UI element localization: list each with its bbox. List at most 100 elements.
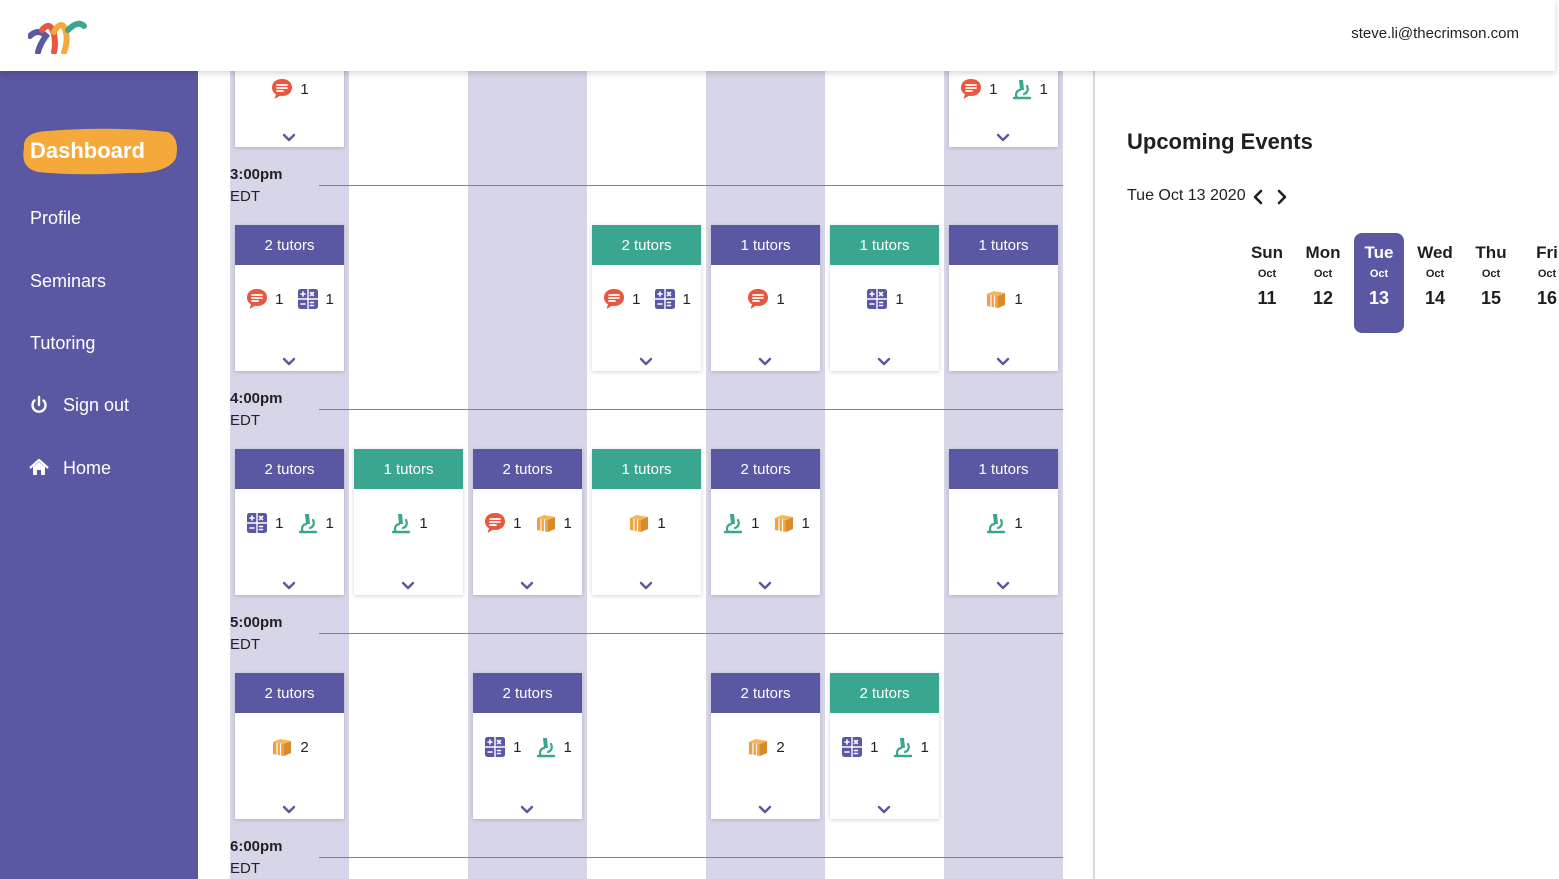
subject-count: 1	[563, 738, 572, 756]
tutor-slot-card[interactable]: 1 tutors 1	[592, 449, 701, 595]
hour-divider	[319, 409, 1063, 410]
tutor-slot-card[interactable]: 1 tutors 1	[949, 225, 1058, 371]
tutor-count-header: 2 tutors	[473, 449, 582, 489]
math-icon	[485, 737, 506, 757]
nav-tutoring[interactable]: Tutoring	[0, 332, 198, 354]
week-day-thu[interactable]: Thu Oct 15	[1466, 233, 1516, 333]
expand-chevron-icon[interactable]	[996, 133, 1010, 143]
subject-count: 1	[751, 514, 760, 532]
tutor-count-header: 2 tutors	[830, 673, 939, 713]
tutor-slot-card[interactable]: 1 tutors 1	[354, 449, 463, 595]
subject-chip-row: 1	[830, 287, 939, 311]
expand-chevron-icon[interactable]	[996, 357, 1010, 367]
day-month: Oct	[1425, 268, 1445, 280]
current-date: Tue Oct 13 2020	[1127, 187, 1246, 204]
day-month: Oct	[1257, 268, 1277, 280]
tutor-slot-card[interactable]: 2 tutors 1 1	[592, 225, 701, 371]
subject-chip: 1	[389, 511, 428, 535]
user-email[interactable]: steve.li@thecrimson.com	[1351, 25, 1519, 42]
tutor-slot-card[interactable]: 2 tutors 1 1	[711, 449, 820, 595]
expand-chevron-icon[interactable]	[520, 805, 534, 815]
tutor-slot-card[interactable]: 2 tutors 1 1	[830, 673, 939, 819]
tutor-slot-card[interactable]: 2 tutors 1 1	[473, 673, 582, 819]
subject-count: 1	[895, 290, 904, 308]
subject-chip: 1	[245, 511, 284, 535]
expand-chevron-icon[interactable]	[877, 357, 891, 367]
day-name: Tue	[1364, 243, 1394, 262]
subject-count: 1	[513, 738, 522, 756]
tutor-count-header: 1 tutors	[949, 449, 1058, 489]
expand-chevron-icon[interactable]	[520, 581, 534, 591]
microscope-icon	[893, 738, 912, 758]
expand-chevron-icon[interactable]	[639, 357, 653, 367]
subject-chip-row: 11	[235, 511, 344, 535]
hour-divider	[319, 185, 1063, 186]
nav-tutoring-label: Tutoring	[30, 332, 96, 353]
nav-dashboard[interactable]: Dashboard	[30, 138, 145, 164]
subject-count: 1	[776, 290, 785, 308]
tutor-count-header: 2 tutors	[473, 673, 582, 713]
tutor-slot-card[interactable]: 1 tutors 1	[830, 225, 939, 371]
tutor-slot-card[interactable]: 2 tutors 1 1	[235, 449, 344, 595]
speech-icon	[748, 289, 769, 309]
subject-chip: 2	[270, 735, 309, 759]
expand-chevron-icon[interactable]	[877, 805, 891, 815]
nav-home[interactable]: Home	[0, 457, 198, 479]
tutor-count-header: 2 tutors	[592, 225, 701, 265]
expand-chevron-icon[interactable]	[282, 581, 296, 591]
subject-count: 1	[657, 514, 666, 532]
books-icon	[273, 739, 292, 756]
expand-chevron-icon[interactable]	[401, 581, 415, 591]
subject-chip: 1	[270, 77, 309, 101]
nav-sign-out[interactable]: Sign out	[0, 394, 198, 416]
speech-icon	[604, 289, 625, 309]
tutor-count-header: 1 tutors	[711, 225, 820, 265]
week-day-tue[interactable]: Tue Oct 13	[1354, 233, 1404, 333]
subject-count: 2	[300, 738, 309, 756]
week-day-fri[interactable]: Fri Oct 16	[1522, 233, 1559, 333]
expand-chevron-icon[interactable]	[996, 581, 1010, 591]
expand-chevron-icon[interactable]	[639, 581, 653, 591]
subject-chip: 1	[891, 735, 929, 759]
day-name: Sun	[1250, 243, 1284, 262]
math-icon	[654, 289, 675, 309]
next-week-arrow-icon[interactable]	[1275, 189, 1289, 205]
subject-chip-row: 11	[830, 735, 939, 759]
tutor-slot-card[interactable]: 1 tutors 1	[949, 449, 1058, 595]
prev-week-arrow-icon[interactable]	[1251, 189, 1265, 205]
week-day-wed[interactable]: Wed Oct 14	[1410, 233, 1460, 333]
expand-chevron-icon[interactable]	[758, 805, 772, 815]
tutor-slot-card[interactable]: 1 tutors 1	[711, 225, 820, 371]
day-name: Wed	[1417, 243, 1453, 262]
tutor-slot-card[interactable]: 2 tutors 2	[711, 673, 820, 819]
tutor-slot-card[interactable]: 11	[949, 71, 1058, 147]
tutor-slot-card[interactable]: 2 tutors 2	[235, 673, 344, 819]
expand-chevron-icon[interactable]	[282, 357, 296, 367]
subject-count: 1	[989, 80, 998, 98]
expand-chevron-icon[interactable]	[282, 805, 296, 815]
expand-chevron-icon[interactable]	[282, 133, 296, 143]
tutor-slot-card[interactable]: 2 tutors 1 1	[235, 225, 344, 371]
week-day-sun[interactable]: Sun Oct 11	[1242, 233, 1292, 333]
expand-chevron-icon[interactable]	[758, 581, 772, 591]
books-icon	[749, 739, 768, 756]
tutor-slot-card[interactable]: 2 tutors 1 1	[473, 449, 582, 595]
subject-count: 1	[325, 514, 334, 532]
nav-profile[interactable]: Profile	[0, 207, 198, 229]
books-icon	[536, 515, 555, 532]
nav-seminars[interactable]: Seminars	[0, 270, 198, 292]
tutor-slot-card[interactable]: 1	[235, 71, 344, 147]
subject-chip-row: 1	[949, 287, 1058, 311]
week-day-mon[interactable]: Mon Oct 12	[1298, 233, 1348, 333]
subject-chip-row: 2	[235, 735, 344, 759]
subject-chip: 1	[746, 287, 785, 311]
subject-count: 1	[801, 514, 810, 532]
subject-chip: 1	[534, 511, 572, 535]
logo[interactable]	[28, 14, 88, 54]
expand-chevron-icon[interactable]	[758, 357, 772, 367]
time-label-tz: EDT	[230, 860, 260, 877]
time-label-tz: EDT	[230, 636, 260, 653]
time-label: 5:00pm EDT	[230, 612, 283, 656]
hour-divider	[319, 857, 1063, 858]
time-label-time: 4:00pm	[230, 390, 283, 407]
